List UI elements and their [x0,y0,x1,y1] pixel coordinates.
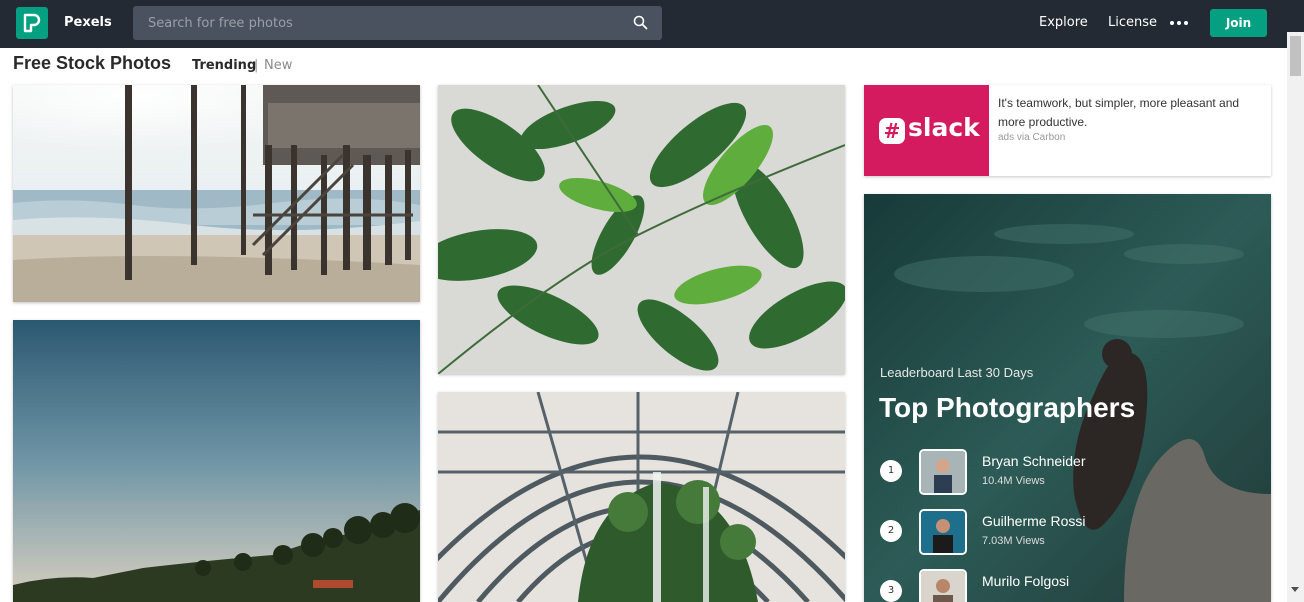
slack-hash-icon: # [879,118,905,144]
avatar[interactable] [919,569,967,602]
scroll-thumb[interactable] [1290,36,1301,76]
page-scrollbar[interactable] [1287,32,1304,602]
slack-logo[interactable]: # slack [864,85,989,176]
nav-license-link[interactable]: License [1108,15,1157,30]
avatar[interactable] [919,449,967,495]
photo-beach-pier[interactable] [13,85,420,302]
pexels-logo-icon[interactable] [16,7,48,39]
search-input[interactable] [133,6,613,40]
leaderboard-title: Top Photographers [879,392,1136,423]
rank-badge: 1 [880,460,902,482]
page-title: Free Stock Photos [13,53,172,73]
tab-separator: | [254,58,259,73]
photographer-views: 10.4M Views [982,475,1045,487]
ad-via-link[interactable]: ads via Carbon [998,132,1065,143]
search-bar [133,6,662,40]
scroll-down-arrow-icon[interactable] [1291,587,1299,592]
leaderboard-subtitle: Leaderboard Last 30 Days [880,365,1034,380]
photo-tropical-coast[interactable] [13,320,420,602]
photographer-name[interactable]: Bryan Schneider [982,453,1086,469]
tab-new[interactable]: New [264,58,292,73]
top-navigation-bar: Pexels Explore License Join [0,0,1304,48]
join-button[interactable]: Join [1210,9,1267,37]
ad-brand-name: slack [908,113,980,142]
rank-badge: 3 [880,580,902,602]
more-dots-icon[interactable] [1170,16,1190,30]
photographer-name[interactable]: Guilherme Rossi [982,513,1085,529]
avatar[interactable] [919,509,967,555]
photographer-views: 7.03M Views [982,535,1045,547]
photographer-name[interactable]: Murilo Folgosi [982,573,1069,589]
ad-text[interactable]: It's teamwork, but simpler, more pleasan… [998,94,1264,132]
photo-green-leaves[interactable] [438,85,845,374]
carbon-ad[interactable]: # slack It's teamwork, but simpler, more… [864,85,1271,176]
photo-greenhouse-dome[interactable] [438,392,845,602]
leaderboard-card: Leaderboard Last 30 Days Top Photographe… [864,194,1271,602]
nav-explore-link[interactable]: Explore [1039,15,1088,30]
brand-name[interactable]: Pexels [64,15,112,30]
rank-badge: 2 [880,520,902,542]
tab-trending[interactable]: Trending [192,58,256,73]
search-icon[interactable] [633,15,648,34]
